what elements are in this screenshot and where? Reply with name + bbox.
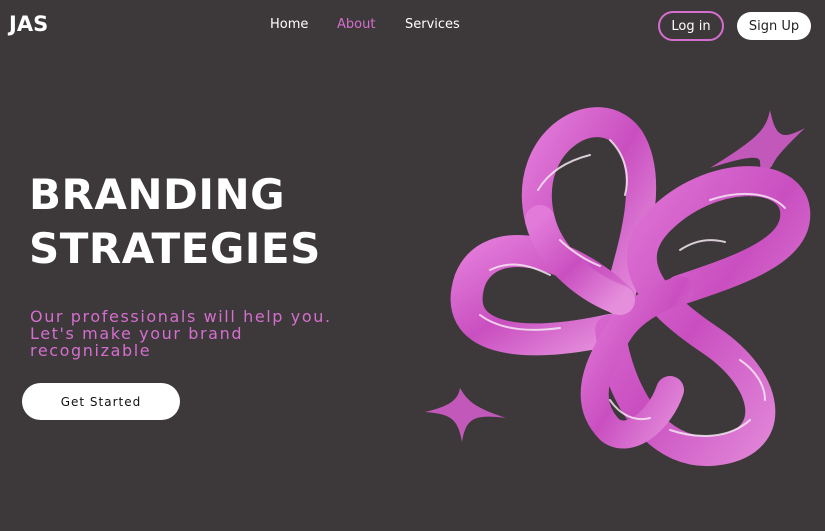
nav-about-link[interactable]: About [337, 17, 405, 32]
nav-home-link[interactable]: Home [270, 17, 337, 32]
nav-services-link[interactable]: Services [405, 17, 460, 32]
hero-3d-knot-illustration [425, 107, 811, 467]
hero-title-line-1: BRANDING [29, 170, 286, 219]
main-nav: Home About Services [270, 17, 460, 32]
sparkle-star-bottom [425, 388, 506, 442]
login-button[interactable]: Log in [658, 11, 724, 41]
signup-button[interactable]: Sign Up [737, 12, 811, 40]
hero-subtitle: Our professionals will help you. Let's m… [30, 307, 332, 360]
brand-logo[interactable]: JAS [9, 12, 48, 36]
hero-title-line-2: STRATEGIES [29, 224, 321, 273]
get-started-button[interactable]: Get Started [22, 383, 180, 420]
hero-title: BRANDING STRATEGIES [29, 168, 321, 276]
